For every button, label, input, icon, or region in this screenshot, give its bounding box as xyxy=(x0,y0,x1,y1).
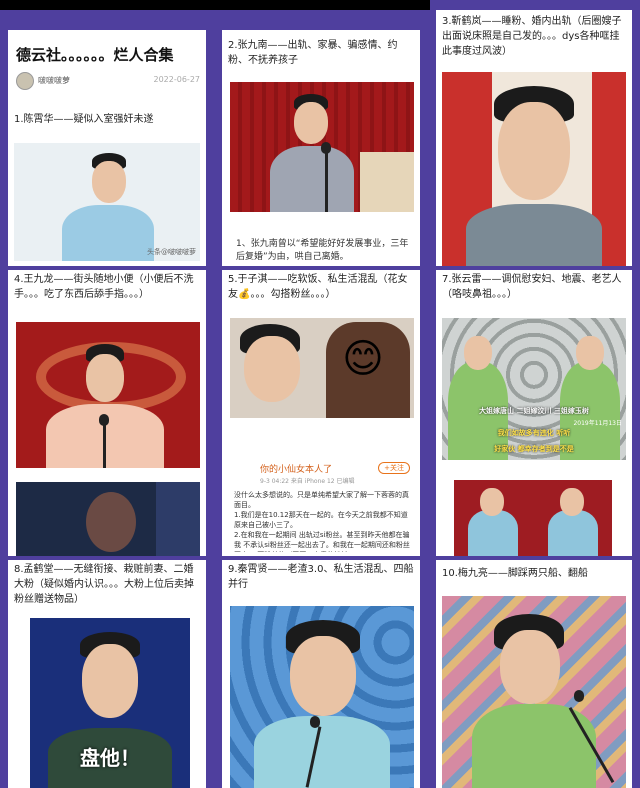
stage-photo: 2019年11月13日 大姐嫁唐山 二姐嫁汶川 三姐嫁玉树 我们如故多有违化 听… xyxy=(442,318,626,460)
caption: 1.陈霄华——疑似入室强奸未遂 xyxy=(14,114,154,125)
caption: 5.于子淇——吃软饭、私生活混乱（花女友💰。。。勾搭粉丝。。。） xyxy=(228,274,408,300)
panel-wang-jiulong: 4.王九龙——街头随地小便（小便后不洗手。。。吃了东西后舔手指。。。） xyxy=(8,270,206,556)
photo xyxy=(16,322,200,468)
photo xyxy=(230,606,414,788)
caption: 7.张云雷——调侃慰安妇、地震、老艺人（咯吱鼻祖。。。） xyxy=(442,274,622,300)
caption: 10.梅九亮——脚踩两只船、翻船 xyxy=(442,568,588,579)
follow-button[interactable]: +关注 xyxy=(378,462,410,474)
photo xyxy=(442,72,626,266)
banner-line-1: 大姐嫁唐山 二姐嫁汶川 三姐嫁玉树 xyxy=(479,407,589,415)
caption: 2.张九南——出轨、家暴、骗感情、约粉、不抚养孩子 xyxy=(228,40,398,66)
panel-meng-hetang: 8.孟鹤堂——无缝衔接、栽赃前妻、二婚大粉（疑似婚内认识。。。大粉上位后卖掉粉丝… xyxy=(8,560,206,788)
caption: 9.秦霄贤——老渣3.0、私生活混乱、四船并行 xyxy=(228,564,414,590)
banner-line-2: 我们如故多有违化 听听 xyxy=(497,429,571,437)
post-text: 没什么太多想说的。只是单纯希望大家了解一下蓉蓉的真面目。 1.我们是在10.12… xyxy=(234,491,410,552)
panel-jin-helan: 3.靳鹤岚——睡粉、婚内出轨（后圈嫂子出面说床照是自己发的。。。dys各种哐挂此… xyxy=(436,10,632,266)
smiley-face-icon: 😊 xyxy=(342,336,384,382)
caption: 4.王九龙——街头随地小便（小便后不洗手。。。吃了东西后舔手指。。。） xyxy=(14,274,194,300)
photo-date: 2019年11月13日 xyxy=(573,420,622,427)
post-title: 你的小仙女本人了 xyxy=(260,465,333,475)
photo: 头条@啵啵啵萝 xyxy=(14,143,200,261)
panel-mei-jiuliang: 10.梅九亮——脚踩两只船、翻船 xyxy=(436,560,632,788)
photo-two-performers xyxy=(454,480,612,556)
meme-photo: 盘他！ xyxy=(30,618,190,788)
post-date: 2022-06-27 xyxy=(153,75,201,84)
couple-photo: 😊 xyxy=(230,318,414,418)
quote: 1、张九南曾以“希望能好好发展事业，三年后复婚”为由，哄自己离婚。 xyxy=(236,239,409,262)
banner-line-3: 好家伙 都幸存者到是不是 xyxy=(494,445,574,453)
panel-qin-xiaoxian: 9.秦霄贤——老渣3.0、私生活混乱、四船并行 xyxy=(222,560,420,788)
photo xyxy=(230,82,414,212)
panel-chen-xiaohua: 德云社。。。。。。烂人合集 啵啵啵萝 2022-06-27 1.陈霄华——疑似入… xyxy=(8,30,206,266)
panel-zhang-jiunan: 2.张九南——出轨、家暴、骗感情、约粉、不抚养孩子 1、张九南曾以“希望能好好发… xyxy=(222,30,420,266)
panel-zhang-yunlei: 7.张云雷——调侃慰安妇、地震、老艺人（咯吱鼻祖。。。） 2019年11月13日… xyxy=(436,270,632,556)
caption: 8.孟鹤堂——无缝衔接、栽赃前妻、二婚大粉（疑似婚内认识。。。大粉上位后卖掉粉丝… xyxy=(14,564,194,605)
author-avatar xyxy=(16,72,34,90)
caption: 3.靳鹤岚——睡粉、婚内出轨（后圈嫂子出面说床照是自己发的。。。dys各种哐挂此… xyxy=(442,16,622,57)
post-meta: 9-3 04:22 来自 iPhone 12 已编辑 xyxy=(260,478,355,485)
meme-caption: 盘他！ xyxy=(80,746,140,770)
page-title: 德云社。。。。。。烂人合集 xyxy=(16,46,174,64)
blurred-photo xyxy=(16,482,200,556)
author-name: 啵啵啵萝 xyxy=(38,76,70,85)
panel-yu-ziqi: 5.于子淇——吃软饭、私生活混乱（花女友💰。。。勾搭粉丝。。。） 😊 你的小仙女… xyxy=(222,270,420,556)
photo xyxy=(442,596,626,788)
top-black-bar xyxy=(0,0,430,10)
watermark: 头条@啵啵啵萝 xyxy=(147,248,196,256)
